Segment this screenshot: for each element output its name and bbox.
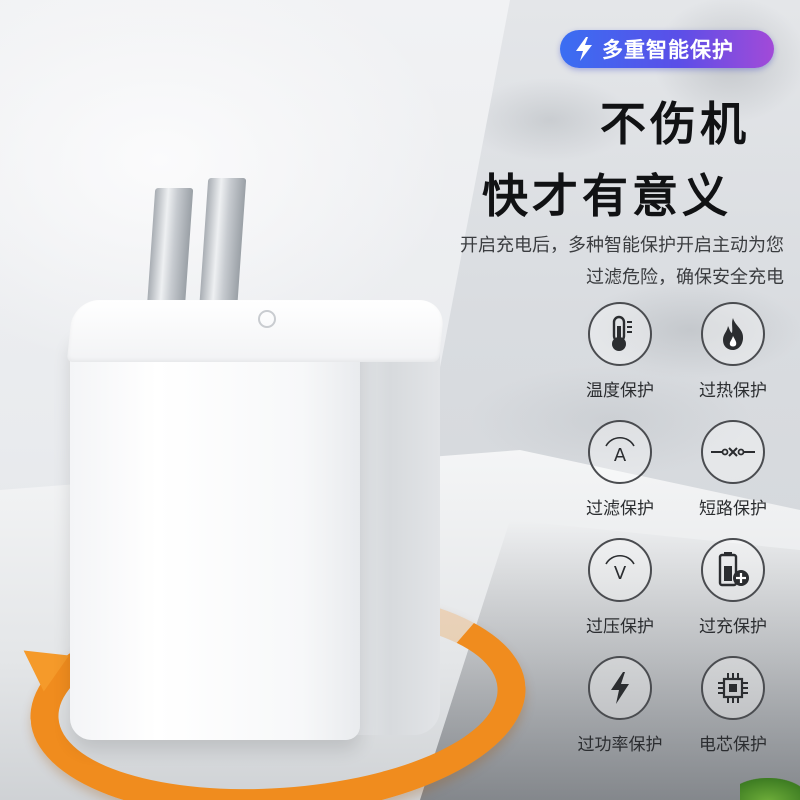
ampere-gauge-icon: A <box>588 420 652 484</box>
feature-label: 过充保护 <box>699 617 767 637</box>
lightning-bolt-icon <box>568 33 600 65</box>
feature-label: 短路保护 <box>699 499 767 519</box>
description: 开启充电后，多种智能保护开启主动为您 过滤危险，确保安全充电 <box>398 230 784 294</box>
svg-text:A: A <box>614 445 627 466</box>
headline-line-2: 快才有意义 <box>482 169 732 223</box>
description-line-1: 开启充电后，多种智能保护开启主动为您 <box>460 235 784 256</box>
charger-top <box>66 300 446 362</box>
battery-plus-icon <box>701 538 765 602</box>
feature-overcharge: 过充保护 <box>678 538 788 637</box>
feature-overheat: 过热保护 <box>678 302 788 401</box>
charger-body <box>70 330 360 740</box>
short-circuit-icon <box>701 420 765 484</box>
description-line-2: 过滤危险，确保安全充电 <box>586 267 784 288</box>
feature-label: 温度保护 <box>586 381 654 401</box>
thermometer-icon <box>588 302 652 366</box>
feature-filter: A 过滤保护 <box>565 420 675 519</box>
feature-label: 电芯保护 <box>699 735 767 755</box>
charger-embossed-mark <box>258 310 276 328</box>
svg-text:V: V <box>614 563 627 584</box>
feature-label: 过压保护 <box>586 617 654 637</box>
feature-label: 过功率保护 <box>577 735 663 755</box>
headline-line-1: 不伤机 <box>600 97 750 151</box>
feature-label: 过滤保护 <box>586 499 654 519</box>
badge-label: 多重智能保护 <box>602 38 734 62</box>
feature-overvoltage: V 过压保护 <box>565 538 675 637</box>
plant-leaf <box>740 778 800 800</box>
feature-short-circuit: 短路保护 <box>678 420 788 519</box>
feature-cell: 电芯保护 <box>678 656 788 755</box>
chip-icon <box>701 656 765 720</box>
protection-badge: 多重智能保护 <box>560 30 774 68</box>
feature-temperature: 温度保护 <box>565 302 675 401</box>
product-scene: 多重智能保护 不伤机 快才有意义 开启充电后，多种智能保护开启主动为您 过滤危险… <box>0 0 800 800</box>
lightning-bolt-icon <box>588 656 652 720</box>
flame-icon <box>701 302 765 366</box>
feature-overpower: 过功率保护 <box>565 656 675 755</box>
feature-label: 过热保护 <box>699 381 767 401</box>
voltage-gauge-icon: V <box>588 538 652 602</box>
